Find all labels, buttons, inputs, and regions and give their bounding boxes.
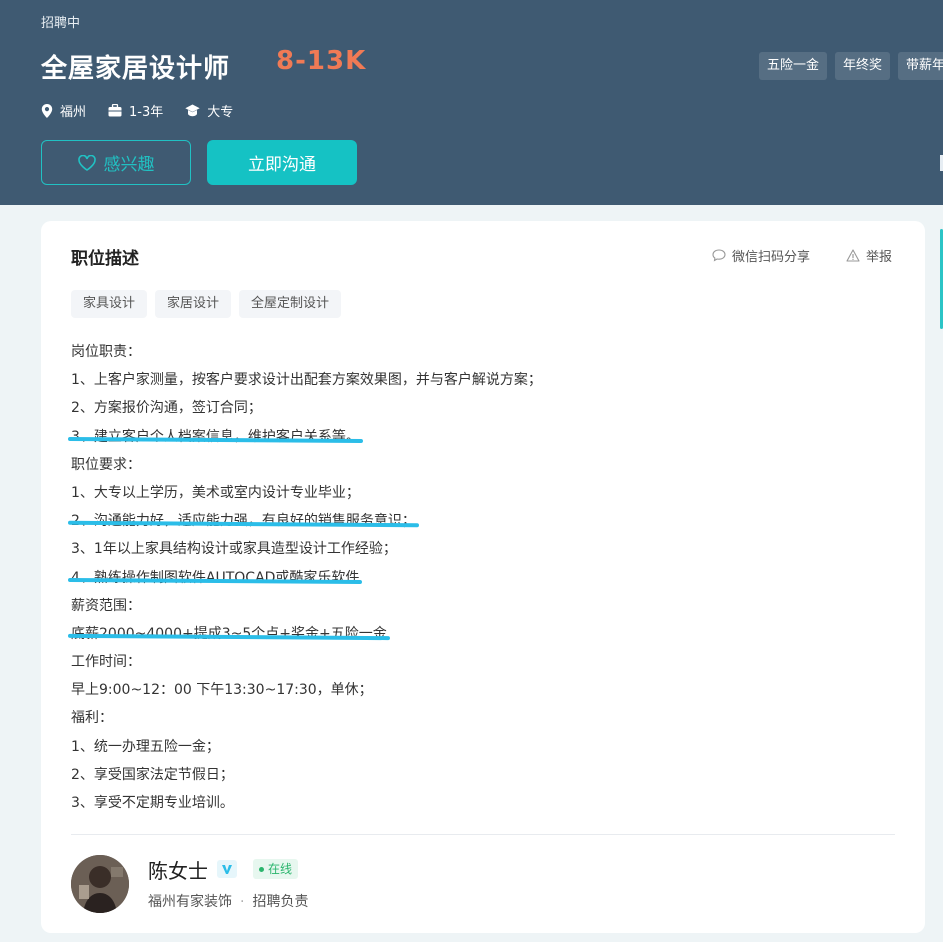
description-line: 2、方案报价沟通，签订合同； (71, 400, 262, 417)
description-line: 2、享受国家法定节假日； (71, 766, 234, 783)
job-header: 招聘中 全屋家居设计师 8-13K 福州 1-3年 大专 五险一金 年终奖 带薪… (0, 0, 943, 205)
description-line: 2、沟通能力好，适应能力强，有良好的销售服务意识； (71, 507, 542, 535)
warning-icon (846, 249, 860, 262)
separator-dot: · (240, 894, 245, 910)
location-text: 福州 (60, 105, 87, 120)
online-badge: 在线 (253, 859, 299, 879)
description-line: 1、大专以上学历，美术或室内设计专业毕业； (71, 484, 360, 501)
welfare-tag: 带薪年假 (898, 52, 943, 80)
description-line: 福利： (71, 710, 113, 727)
location-pin-icon (41, 103, 53, 118)
skill-tags: 家具设计 家居设计 全屋定制设计 (71, 290, 349, 318)
description-line: 3、建立客户个人档案信息，维护客户关系等。 (71, 423, 542, 451)
education-text: 大专 (207, 105, 234, 120)
welfare-tag: 年终奖 (835, 52, 891, 80)
skill-tag: 家具设计 (71, 290, 148, 318)
description-line: 3、1年以上家具结构设计或家具造型设计工作经验； (71, 541, 397, 558)
description-line: 职位要求： (71, 456, 141, 473)
divider (71, 834, 895, 835)
description-line: 4、熟练操作制图软件AUTOCAD或酷家乐软件 (71, 564, 542, 592)
welfare-tag: 五险一金 (759, 52, 828, 80)
description-line: 底薪2000~4000+提成3~5个点+奖金+五险一金 (71, 620, 542, 648)
briefcase-icon (108, 104, 122, 117)
highlighted-description-line: 底薪2000~4000+提成3~5个点+奖金+五险一金 (71, 625, 387, 642)
welfare-tags: 五险一金 年终奖 带薪年假 (759, 52, 943, 80)
chat-now-button[interactable]: 立即沟通 (207, 140, 357, 185)
highlighted-description-line: 3、建立客户个人档案信息，维护客户关系等。 (71, 428, 360, 445)
avatar[interactable] (71, 855, 129, 913)
heart-icon (77, 154, 96, 171)
description-line: 3、享受不定期专业培训。 (71, 795, 234, 811)
salary: 8-13K (276, 46, 367, 76)
highlighted-description-line: 4、熟练操作制图软件AUTOCAD或酷家乐软件 (71, 569, 360, 586)
meta-experience: 1-3年 (108, 101, 163, 120)
interest-label: 感兴趣 (103, 155, 155, 175)
avatar-photo (71, 855, 129, 913)
meta-education: 大专 (185, 101, 233, 120)
report-button[interactable]: 举报 (846, 246, 892, 265)
job-description: 岗位职责： 1、上客户家测量，按客户要求设计出配套方案效果图，并与客户解说方案；… (71, 338, 542, 817)
highlighted-description-line: 2、沟通能力好，适应能力强，有良好的销售服务意识； (71, 513, 416, 530)
recruiter-role: 招聘负责 (252, 894, 309, 910)
verified-icon (217, 860, 237, 878)
chat-bubble-icon (712, 249, 726, 262)
job-title: 全屋家居设计师 (41, 54, 231, 84)
section-title: 职位描述 (71, 249, 139, 269)
share-label: 微信扫码分享 (732, 250, 811, 265)
experience-text: 1-3年 (129, 105, 164, 120)
graduation-cap-icon (185, 104, 200, 117)
description-line: 1、统一办理五险一金； (71, 738, 220, 755)
report-label: 举报 (866, 250, 893, 265)
wechat-share-button[interactable]: 微信扫码分享 (712, 246, 810, 265)
description-line: 早上9:00~12：00 下午13:30~17:30，单休； (71, 682, 373, 699)
skill-tag: 全屋定制设计 (239, 290, 342, 318)
description-line: 工作时间： (71, 654, 141, 671)
description-line: 1、上客户家测量，按客户要求设计出配套方案效果图，并与客户解说方案； (71, 372, 542, 389)
skill-tag: 家居设计 (155, 290, 232, 318)
recruiter-company: 福州有家装饰 (148, 894, 232, 910)
interest-button[interactable]: 感兴趣 (41, 140, 191, 185)
description-line: 岗位职责： (71, 344, 141, 360)
recruiter-company-line: 福州有家装饰 · 招聘负责 (148, 891, 308, 911)
job-description-card: 职位描述 微信扫码分享 举报 家具设计 家居设计 全屋定制设计 岗位职责： 1、… (41, 221, 925, 933)
job-meta: 福州 1-3年 大专 (41, 101, 255, 120)
recruiting-status: 招聘中 (41, 16, 81, 31)
meta-location: 福州 (41, 101, 86, 120)
description-line: 薪资范围： (71, 597, 141, 614)
recruiter-name: 陈女士 (148, 859, 208, 883)
